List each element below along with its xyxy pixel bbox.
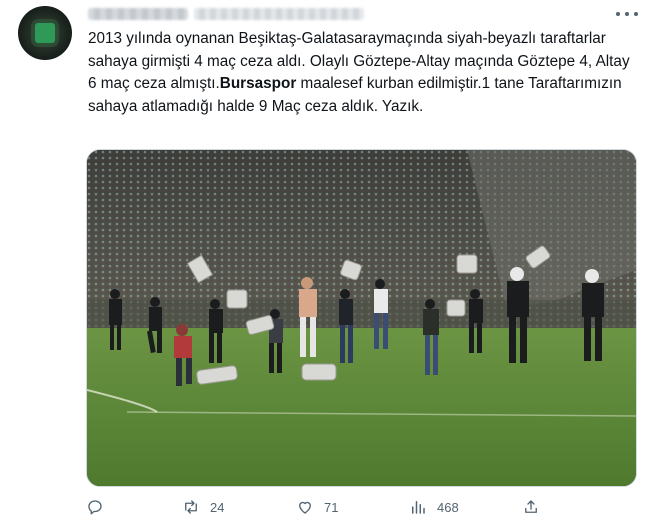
author-handle-blurred[interactable] bbox=[194, 8, 364, 20]
mention-link[interactable]: Bursaspor bbox=[220, 75, 297, 92]
like-count: 71 bbox=[324, 499, 339, 515]
more-icon[interactable] bbox=[616, 4, 638, 24]
action-bar: 24 71 468 bbox=[86, 496, 636, 524]
avatar[interactable] bbox=[18, 6, 72, 60]
reply-icon bbox=[88, 500, 102, 515]
retweet-button[interactable]: 24 bbox=[182, 498, 224, 516]
views-count: 468 bbox=[437, 499, 459, 515]
tweet-header bbox=[88, 6, 364, 22]
share-button[interactable] bbox=[522, 498, 540, 516]
avatar-logo bbox=[35, 23, 55, 43]
tweet-text: 2013 yılında oynanan Beşiktaş-Galatasara… bbox=[88, 28, 636, 118]
views-button[interactable]: 468 bbox=[409, 498, 459, 516]
like-icon bbox=[299, 501, 311, 514]
share-icon bbox=[525, 500, 537, 513]
like-button[interactable]: 71 bbox=[296, 498, 338, 516]
tweet-photo[interactable] bbox=[86, 149, 637, 487]
retweet-count: 24 bbox=[210, 499, 225, 515]
reply-button[interactable] bbox=[86, 498, 114, 516]
author-name-blurred[interactable] bbox=[88, 8, 188, 20]
views-icon bbox=[412, 501, 425, 514]
retweet-icon bbox=[185, 500, 197, 514]
